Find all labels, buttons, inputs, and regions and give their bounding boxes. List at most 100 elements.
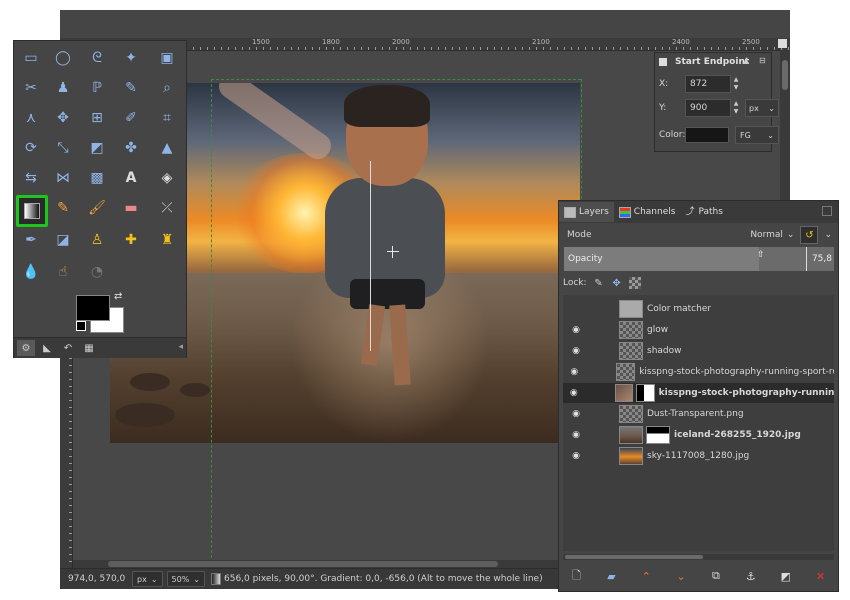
mypaint-brush-icon[interactable]: ◪ xyxy=(52,229,74,251)
foreground-color[interactable] xyxy=(76,295,110,321)
layer-row[interactable]: ◉ iceland-268255_1920.jpg xyxy=(563,425,834,445)
scissors-select-icon[interactable]: ✂ xyxy=(20,77,42,99)
align-tool-icon[interactable]: ⊞ xyxy=(86,107,108,129)
color-mode-select[interactable]: FG ⌄ xyxy=(735,126,779,144)
color-picker-icon[interactable]: ✎ xyxy=(120,77,142,99)
zoom-tool-icon[interactable]: ⌕ xyxy=(156,77,178,99)
layer-row[interactable]: ◉ shadow xyxy=(563,341,834,361)
add-mask-icon[interactable]: ◩ xyxy=(778,568,794,584)
clone-tool-icon[interactable]: ♙ xyxy=(86,229,108,251)
horizontal-scrollbar[interactable] xyxy=(73,560,570,568)
layer-row-selected[interactable]: ◉ kisspng-stock-photography-running-spor… xyxy=(563,383,834,403)
measure-tool-icon[interactable]: ⋏ xyxy=(20,107,42,129)
opacity-value[interactable]: 75,8 xyxy=(812,254,832,264)
eye-icon[interactable]: ◉ xyxy=(567,388,581,398)
guide-line[interactable] xyxy=(211,79,212,568)
unit-select[interactable]: px ⌄ xyxy=(745,99,779,117)
color-swatch[interactable] xyxy=(685,127,729,143)
ink-tool-icon[interactable]: ✒ xyxy=(20,229,42,251)
layer-row[interactable]: Color matcher xyxy=(563,299,834,319)
scroll-thumb[interactable] xyxy=(782,60,788,90)
eye-icon[interactable]: ◉ xyxy=(567,346,585,356)
layer-mask-thumbnail[interactable] xyxy=(636,384,655,402)
lock-position-icon[interactable]: ✥ xyxy=(611,277,623,289)
tab-layers[interactable]: Layers xyxy=(559,202,614,222)
layers-scrollbar[interactable] xyxy=(563,554,834,560)
rotate-tool-icon[interactable]: ⟳ xyxy=(20,137,42,159)
panel-menu-icon[interactable]: ◂ xyxy=(178,342,183,352)
eye-icon[interactable]: ◉ xyxy=(567,325,585,335)
warp-tool-icon[interactable]: ⋈ xyxy=(52,167,74,189)
navigate-icon[interactable] xyxy=(778,39,787,48)
select-by-color-icon[interactable]: ▣ xyxy=(156,47,178,69)
guide-line[interactable] xyxy=(211,79,581,80)
rect-select-icon[interactable]: ▭ xyxy=(20,47,42,69)
paths-tool-icon[interactable]: ℙ xyxy=(86,77,108,99)
shear-tool-icon[interactable]: ◩ xyxy=(86,137,108,159)
chevron-down-icon[interactable]: ⌄ xyxy=(824,230,832,240)
tool-options-tab-icon[interactable]: ⚙ xyxy=(17,340,35,356)
fuzzy-select-icon[interactable]: ✦ xyxy=(120,47,142,69)
anchor-layer-icon[interactable]: ⚓ xyxy=(743,568,759,584)
airbrush-icon[interactable]: ⤫ xyxy=(156,197,178,219)
crop-tool-icon[interactable]: ⌗ xyxy=(156,107,178,129)
panel-menu-icon[interactable] xyxy=(822,206,832,216)
opacity-slider[interactable]: Opacity ⇧ 75,8 xyxy=(564,247,834,271)
guide-line[interactable] xyxy=(581,79,582,209)
layer-row[interactable]: ◉ sky-1117008_1280.jpg xyxy=(563,446,834,466)
smudge-tool-icon[interactable]: ☝ xyxy=(52,261,74,283)
scale-tool-icon[interactable]: ⤡ xyxy=(52,137,74,159)
layer-row[interactable]: ◉ Dust-Transparent.png xyxy=(563,404,834,424)
dodge-burn-icon[interactable]: ◔ xyxy=(86,261,108,283)
panel-menu-icon[interactable]: ⊟ xyxy=(759,56,766,65)
move-tool-icon[interactable]: ✥ xyxy=(52,107,74,129)
scroll-thumb[interactable] xyxy=(108,561,498,567)
duplicate-layer-icon[interactable]: ⧉ xyxy=(708,568,724,584)
perspective-tool-icon[interactable]: ✤ xyxy=(120,137,142,159)
eye-icon[interactable]: ◉ xyxy=(567,430,585,440)
eye-icon[interactable]: ◉ xyxy=(567,367,582,377)
cage-tool-icon[interactable]: ⇆ xyxy=(20,167,42,189)
free-select-icon[interactable]: ᘓ xyxy=(86,47,108,69)
device-status-tab-icon[interactable]: ◣ xyxy=(38,340,56,356)
paintbrush-icon[interactable]: 🖌 xyxy=(86,197,108,219)
images-tab-icon[interactable]: ▦ xyxy=(80,340,98,356)
foreground-select-icon[interactable]: ♟ xyxy=(52,77,74,99)
mode-select[interactable]: Normal ⌄ xyxy=(750,230,794,240)
tab-paths[interactable]: ⤴ Paths xyxy=(680,202,727,222)
y-input[interactable]: 900 xyxy=(685,99,731,117)
pencil-tool-icon[interactable]: ✎ xyxy=(52,197,74,219)
undo-history-tab-icon[interactable]: ↶ xyxy=(59,340,77,356)
handle-transform-icon[interactable]: ▩ xyxy=(86,167,108,189)
layer-mask-thumbnail[interactable] xyxy=(646,426,670,444)
scroll-thumb[interactable] xyxy=(565,555,703,559)
collapse-icon[interactable]: ▲ xyxy=(743,56,749,65)
bucket-fill-icon[interactable]: ◈ xyxy=(156,167,178,189)
lock-pixels-icon[interactable]: ✎ xyxy=(593,277,605,289)
gradient-tool-icon[interactable] xyxy=(16,195,48,227)
lock-alpha-icon[interactable] xyxy=(628,277,641,289)
fg-bg-colors[interactable]: ⇄ xyxy=(76,291,136,337)
lower-layer-icon[interactable]: ⌄ xyxy=(673,568,689,584)
delete-layer-icon[interactable]: ✕ xyxy=(813,568,829,584)
heal-tool-icon[interactable]: ✚ xyxy=(120,229,142,251)
text-tool-icon[interactable]: A xyxy=(120,167,142,189)
flip-tool-icon[interactable]: ▲ xyxy=(156,137,178,159)
raise-layer-icon[interactable]: ⌃ xyxy=(638,568,654,584)
new-layer-group-icon[interactable]: ▰ xyxy=(603,568,619,584)
unit-select[interactable]: px ⌄ xyxy=(132,571,163,587)
tab-channels[interactable]: Channels xyxy=(614,202,681,222)
x-input[interactable]: 872 xyxy=(685,75,731,93)
reset-mode-icon[interactable]: ↺ xyxy=(800,226,819,244)
layer-row[interactable]: ◉ kisspng-stock-photography-running-spor… xyxy=(563,362,834,382)
eraser-icon[interactable]: ▬ xyxy=(120,197,142,219)
layer-row[interactable]: ◉ glow xyxy=(563,320,834,340)
y-stepper-icon[interactable]: ▲ ▼ xyxy=(731,99,741,117)
default-colors-icon[interactable] xyxy=(76,321,86,331)
blur-tool-icon[interactable]: 💧 xyxy=(20,261,42,283)
slider-handle-icon[interactable]: ⇧ xyxy=(757,250,765,260)
transform-tool-icon[interactable]: ✐ xyxy=(120,107,142,129)
new-layer-icon[interactable]: 🗋 xyxy=(568,568,584,584)
eye-icon[interactable]: ◉ xyxy=(567,451,585,461)
zoom-select[interactable]: 50% ⌄ xyxy=(166,571,205,587)
